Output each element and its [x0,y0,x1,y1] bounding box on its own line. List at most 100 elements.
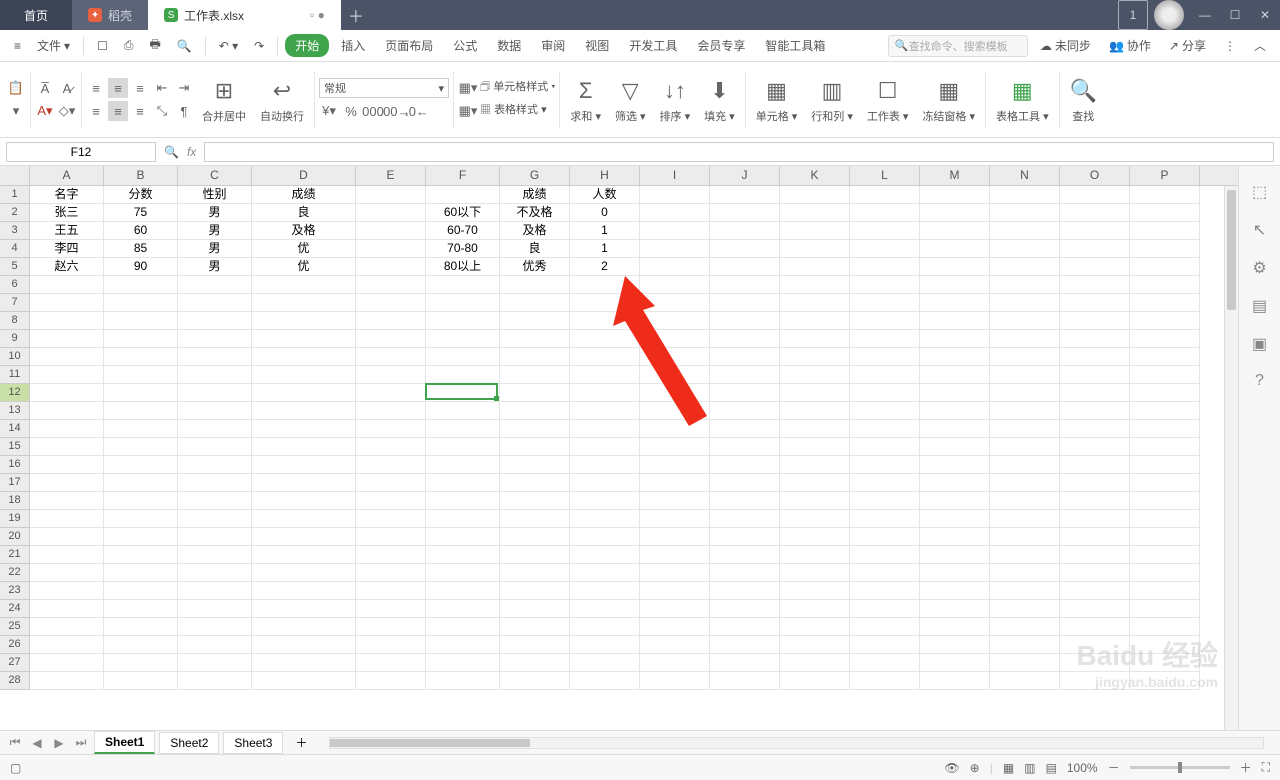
cell[interactable] [780,546,850,564]
cell[interactable] [104,654,178,672]
cell[interactable] [1130,582,1200,600]
cell[interactable] [500,546,570,564]
cell[interactable] [640,258,710,276]
cell[interactable] [356,582,426,600]
cell[interactable] [570,546,640,564]
col-header[interactable]: N [990,166,1060,185]
minimize-icon[interactable]: — [1190,0,1220,30]
cell[interactable] [500,672,570,690]
number-format-dropdown[interactable]: 常规▾ [319,78,449,98]
cell[interactable]: 60以下 [426,204,500,222]
cell[interactable] [356,330,426,348]
cell[interactable] [710,366,780,384]
cell[interactable] [426,276,500,294]
cell[interactable] [570,438,640,456]
cell[interactable] [710,654,780,672]
cell[interactable] [710,276,780,294]
cell[interactable]: 70-80 [426,240,500,258]
cell[interactable] [640,330,710,348]
cell[interactable] [426,528,500,546]
cell[interactable]: 良 [500,240,570,258]
cell[interactable] [780,186,850,204]
row-header[interactable]: 11 [0,366,30,384]
cell[interactable] [252,600,356,618]
cell[interactable] [990,186,1060,204]
cell[interactable] [570,528,640,546]
cell[interactable] [640,384,710,402]
cell[interactable] [178,402,252,420]
font-color-icon[interactable]: A▾ [35,101,55,121]
cell[interactable] [1130,492,1200,510]
row-header[interactable]: 4 [0,240,30,258]
cell[interactable] [30,636,104,654]
cell[interactable] [640,672,710,690]
cell[interactable] [570,654,640,672]
sheet-nav-prev[interactable]: ◀ [28,736,46,750]
paste-icon[interactable]: 📋 [6,78,26,98]
cell[interactable]: 80以上 [426,258,500,276]
cell[interactable] [920,456,990,474]
cell[interactable] [178,438,252,456]
cell[interactable] [570,636,640,654]
redo-icon[interactable]: ↷ [248,35,270,57]
row-header[interactable]: 24 [0,600,30,618]
cell[interactable] [850,672,920,690]
cell[interactable] [850,294,920,312]
cell[interactable]: 性别 [178,186,252,204]
cell[interactable] [1130,510,1200,528]
cell[interactable] [30,420,104,438]
sheet-tab[interactable]: Sheet2 [159,732,219,754]
cell[interactable] [1130,636,1200,654]
cell[interactable] [1060,330,1130,348]
cell[interactable] [104,366,178,384]
column-headers[interactable]: ABCDEFGHIJKLMNOP [0,166,1238,186]
cell[interactable] [710,456,780,474]
ribbon-tab-smarttool[interactable]: 智能工具箱 [757,33,833,58]
cell[interactable] [178,492,252,510]
cell[interactable] [780,636,850,654]
cell[interactable] [104,636,178,654]
cell[interactable] [780,600,850,618]
side-cursor-icon[interactable]: ↖ [1253,220,1266,240]
cell[interactable] [30,618,104,636]
cell[interactable] [1060,294,1130,312]
cell[interactable] [990,510,1060,528]
align-right-icon[interactable]: ≡ [130,101,150,121]
cell[interactable]: 成绩 [252,186,356,204]
cell[interactable] [1060,366,1130,384]
cell[interactable] [1060,204,1130,222]
cell[interactable] [104,312,178,330]
cell[interactable] [500,294,570,312]
cell[interactable]: 优 [252,258,356,276]
cell[interactable] [850,384,920,402]
row-header[interactable]: 5 [0,258,30,276]
cell[interactable] [356,348,426,366]
cell[interactable] [780,654,850,672]
cell[interactable] [356,240,426,258]
cell[interactable] [178,276,252,294]
cell[interactable] [780,564,850,582]
cell[interactable] [990,654,1060,672]
cell[interactable] [780,348,850,366]
cell[interactable] [1060,672,1130,690]
row-header[interactable]: 18 [0,492,30,510]
spreadsheet-grid[interactable]: ABCDEFGHIJKLMNOP 1名字分数性别成绩成绩人数2张三75男良60以… [0,166,1238,730]
cell[interactable] [640,618,710,636]
worksheet-button[interactable]: ☐工作表 ▾ [861,74,915,126]
row-header[interactable]: 21 [0,546,30,564]
cell[interactable] [104,618,178,636]
cell[interactable] [252,330,356,348]
cell[interactable] [710,240,780,258]
cell[interactable] [104,528,178,546]
font-clear-icon[interactable]: A̷ [57,78,77,98]
ribbon-tab-formula[interactable]: 公式 [445,33,485,58]
cell[interactable] [426,420,500,438]
cell[interactable] [710,384,780,402]
cell[interactable]: 及格 [252,222,356,240]
cell[interactable] [990,600,1060,618]
cell[interactable] [178,510,252,528]
cell[interactable] [850,366,920,384]
dec-inc-icon[interactable]: .00→ [385,101,405,121]
cell[interactable] [990,258,1060,276]
cell[interactable] [570,384,640,402]
